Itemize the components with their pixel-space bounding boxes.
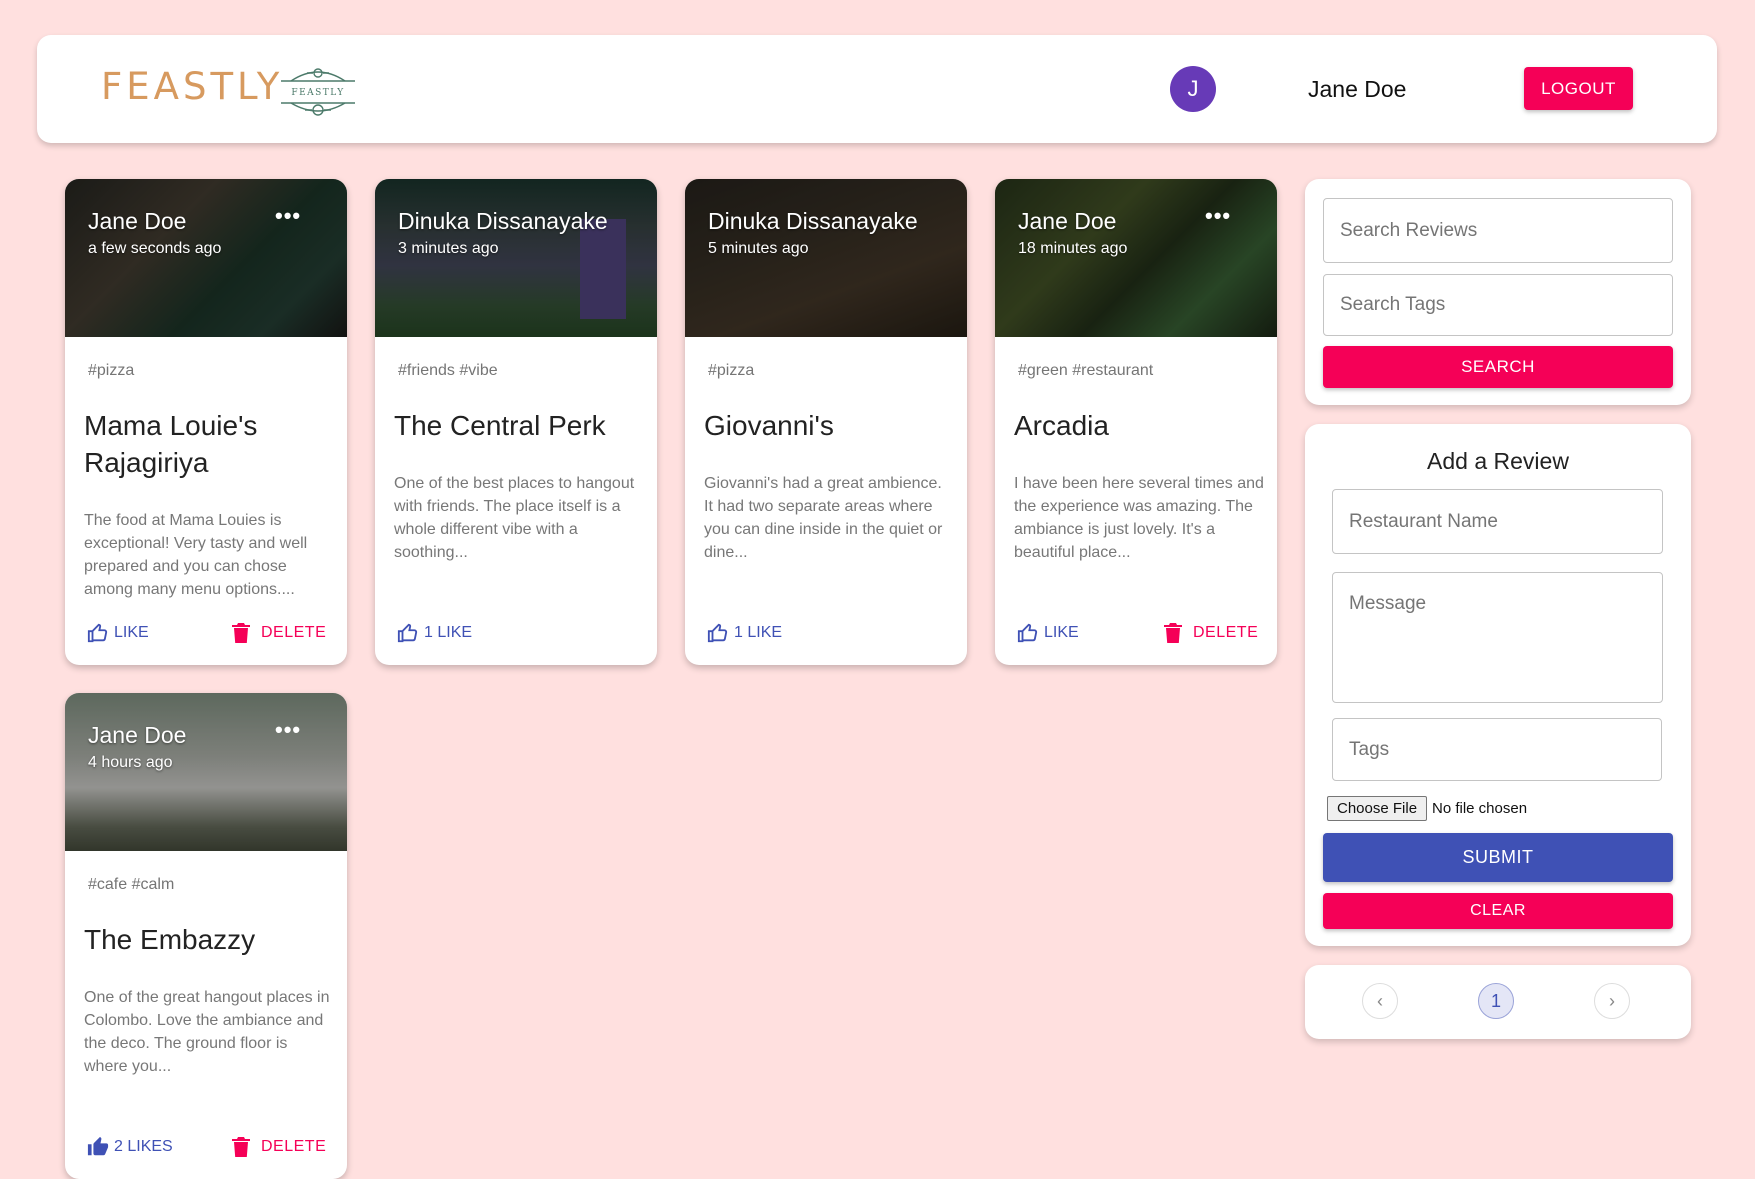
thumb-up-outline-icon [707,623,728,643]
post-title: Giovanni's [704,410,834,441]
choose-file-button[interactable]: Choose File [1327,796,1428,821]
post-image: Jane Doe 18 minutes ago ••• [995,179,1277,337]
search-tags-input[interactable] [1323,274,1673,336]
post-tags: #green #restaurant [1018,362,1154,379]
brand-title[interactable]: FEASTLY [101,65,283,108]
delete-label: DELETE [1193,624,1259,641]
post-time: 4 hours ago [88,754,173,771]
like-button[interactable]: 2 LIKES [87,1132,173,1162]
post-title: The Central Perk [394,410,606,441]
thumb-up-outline-icon [1017,623,1038,643]
like-label: 1 LIKE [734,624,783,641]
post-message: One of the great hangout places in Colom… [84,989,330,1075]
more-options-icon[interactable]: ••• [275,203,301,229]
post-card: Jane Doe a few seconds ago ••• #pizza Ma… [65,179,347,665]
like-label: LIKE [1044,624,1079,641]
post-card: Jane Doe 4 hours ago ••• #cafe #calm The… [65,693,347,1179]
delete-label: DELETE [261,1138,327,1155]
post-message: Giovanni's had a great ambience. It had … [704,475,943,561]
like-button[interactable]: LIKE [87,618,149,648]
post-author: Jane Doe [1018,208,1117,234]
post-author: Dinuka Dissanayake [398,208,608,234]
search-panel: SEARCH [1305,179,1691,405]
search-button[interactable]: SEARCH [1323,346,1673,388]
review-form: Add a Review Choose File No file chosen … [1305,424,1691,946]
like-label: LIKE [114,624,149,641]
post-tags: #pizza [708,362,755,379]
post-author: Jane Doe [88,208,187,234]
clear-button[interactable]: CLEAR [1323,893,1673,929]
prev-page-button[interactable]: ‹ [1362,983,1398,1019]
post-card: Jane Doe 18 minutes ago ••• #green #rest… [995,179,1277,665]
thumb-up-outline-icon [397,623,418,643]
post-author: Jane Doe [88,722,187,748]
pagination: ‹ 1 › [1305,965,1691,1039]
like-label: 1 LIKE [424,624,473,641]
post-message: I have been here several times and the e… [1014,475,1264,561]
delete-label: DELETE [261,624,327,641]
logout-button[interactable]: LOGOUT [1524,67,1633,110]
post-title: The Embazzy [84,924,256,955]
like-label: 2 LIKES [114,1138,173,1155]
like-button[interactable]: 1 LIKE [397,618,472,648]
post-image: Dinuka Dissanayake 3 minutes ago [375,179,657,337]
post-message: The food at Mama Louies is exceptional! … [84,512,308,598]
post-tags: #pizza [88,362,135,379]
post-image: Jane Doe a few seconds ago ••• [65,179,347,337]
brand-logo-icon: FEASTLY [281,68,355,116]
form-title: Add a Review [1427,448,1569,474]
message-textarea[interactable] [1332,572,1663,703]
post-tags: #friends #vibe [398,362,498,379]
more-options-icon[interactable]: ••• [1205,203,1231,229]
trash-icon [232,623,250,643]
post-time: 5 minutes ago [708,240,809,257]
delete-button[interactable]: DELETE [231,618,326,648]
file-status: No file chosen [1432,800,1528,817]
search-reviews-input[interactable] [1323,198,1673,263]
more-options-icon[interactable]: ••• [275,717,301,743]
svg-text:FEASTLY: FEASTLY [291,88,344,98]
post-card: Dinuka Dissanayake 5 minutes ago #pizza … [685,179,967,665]
post-time: a few seconds ago [88,240,222,257]
post-title: Mama Louie's Rajagiriya [84,410,258,478]
tags-input[interactable] [1332,718,1662,781]
post-card: Dinuka Dissanayake 3 minutes ago #friend… [375,179,657,665]
app-bar: FEASTLY FEASTLY J Jane Doe LOGOUT [37,35,1717,143]
page-1-button[interactable]: 1 [1478,983,1514,1019]
trash-icon [1164,623,1182,643]
like-button[interactable]: 1 LIKE [707,618,782,648]
avatar[interactable]: J [1170,66,1216,112]
post-image: Jane Doe 4 hours ago ••• [65,693,347,851]
post-author: Dinuka Dissanayake [708,208,918,234]
delete-button[interactable]: DELETE [1163,618,1258,648]
post-tags: #cafe #calm [88,876,175,893]
thumb-up-outline-icon [87,623,108,643]
restaurant-name-input[interactable] [1332,489,1663,554]
post-message: One of the best places to hangout with f… [394,475,635,561]
next-page-button[interactable]: › [1594,983,1630,1019]
post-title: Arcadia [1014,410,1109,441]
post-image: Dinuka Dissanayake 5 minutes ago [685,179,967,337]
user-name: Jane Doe [1308,76,1407,102]
post-time: 3 minutes ago [398,240,499,257]
post-time: 18 minutes ago [1018,240,1128,257]
delete-button[interactable]: DELETE [231,1132,326,1162]
like-button[interactable]: LIKE [1017,618,1079,648]
submit-button[interactable]: SUBMIT [1323,833,1673,882]
